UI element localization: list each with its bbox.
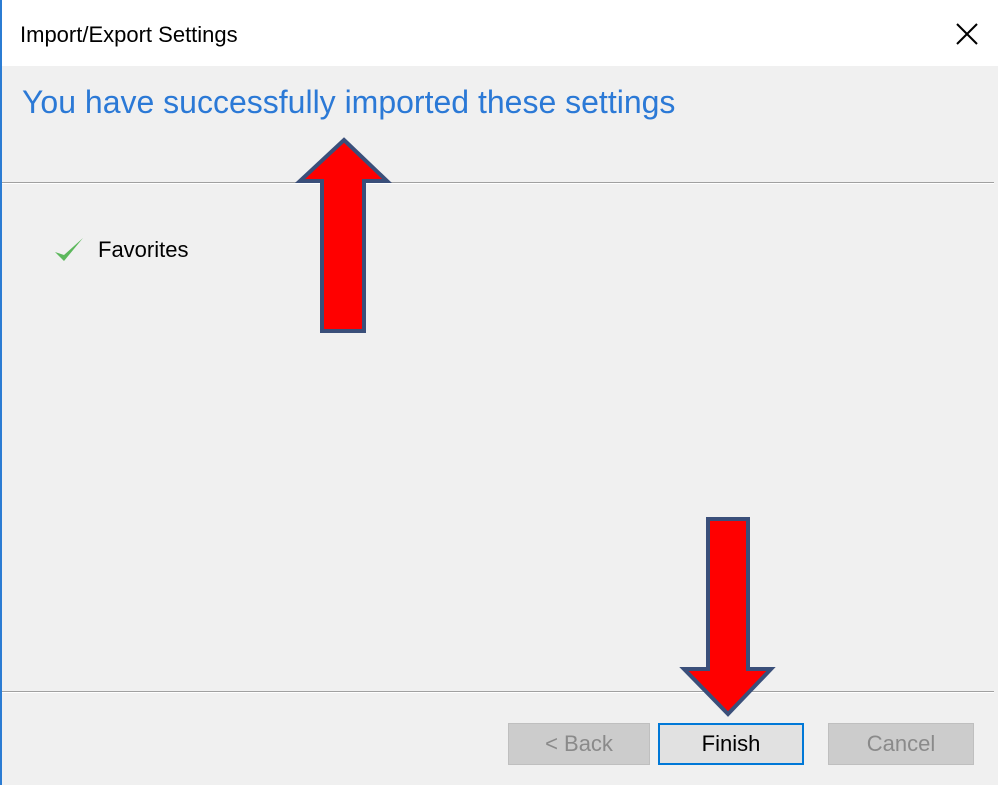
item-label-favorites: Favorites	[98, 237, 189, 262]
page-heading: You have successfully imported these set…	[22, 84, 676, 120]
title-bar[interactable]: Import/Export Settings	[2, 0, 998, 66]
footer-divider	[2, 691, 994, 693]
cancel-button[interactable]: Cancel	[828, 723, 974, 765]
checkmark-icon	[55, 238, 83, 261]
down-arrow-annotation-icon	[679, 517, 776, 717]
close-button[interactable]	[944, 12, 990, 56]
imported-items-list: Favorites	[52, 230, 188, 270]
window-title: Import/Export Settings	[20, 22, 238, 47]
header-section: You have successfully imported these set…	[2, 66, 998, 182]
back-button[interactable]: < Back	[508, 723, 650, 765]
close-icon	[956, 23, 978, 45]
finish-button[interactable]: Finish	[658, 723, 804, 765]
import-export-dialog: Import/Export Settings You have successf…	[0, 0, 998, 785]
up-arrow-annotation-icon	[294, 137, 392, 333]
list-item: Favorites	[52, 230, 188, 270]
header-divider	[2, 182, 994, 184]
